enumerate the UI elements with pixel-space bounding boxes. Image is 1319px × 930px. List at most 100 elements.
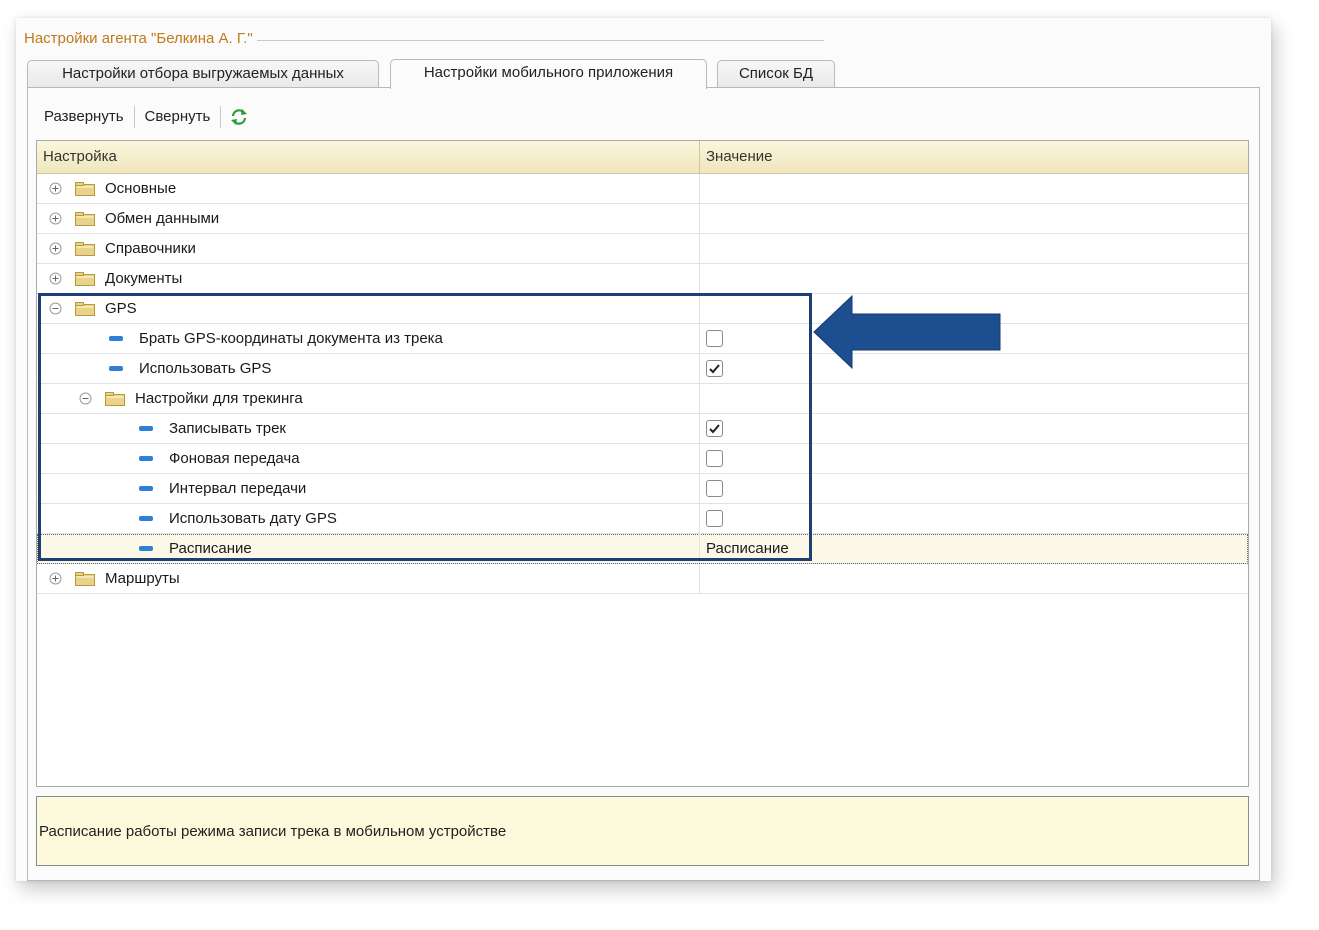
column-separator xyxy=(699,474,700,503)
collapse-node-icon[interactable] xyxy=(49,302,62,315)
setting-cell: Настройки для трекинга xyxy=(79,384,303,413)
setting-marker-icon xyxy=(139,516,153,521)
value-cell[interactable]: Расписание xyxy=(706,534,789,563)
tree-item-row[interactable]: Использовать GPS xyxy=(37,354,1248,384)
tab-label: Список БД xyxy=(738,65,814,82)
setting-cell: Справочники xyxy=(49,234,196,263)
setting-cell: Фоновая передача xyxy=(139,444,300,473)
folder-icon xyxy=(75,271,95,286)
settings-tree-grid: Настройка Значение Основные Обмен данными… xyxy=(36,140,1249,787)
value-checkbox[interactable] xyxy=(706,420,723,437)
expand-node-icon[interactable] xyxy=(49,212,62,225)
group-title-text: Настройки агента "Белкина А. Г." xyxy=(24,30,257,47)
folder-icon xyxy=(75,211,95,226)
group-title: Настройки агента "Белкина А. Г." xyxy=(24,30,824,50)
setting-cell: Брать GPS-координаты документа из трека xyxy=(109,324,443,353)
column-header-setting[interactable]: Настройка xyxy=(43,141,117,173)
tab-mobile-app[interactable]: Настройки мобильного приложения xyxy=(390,59,707,89)
setting-marker-icon xyxy=(109,336,123,341)
setting-marker-icon xyxy=(139,546,153,551)
column-separator xyxy=(699,294,700,323)
expand-node-icon[interactable] xyxy=(49,572,62,585)
setting-label: Документы xyxy=(105,270,183,287)
column-separator xyxy=(699,504,700,533)
setting-label: Основные xyxy=(105,180,177,197)
column-separator xyxy=(699,141,700,173)
grid-header: Настройка Значение xyxy=(37,141,1248,174)
value-cell[interactable] xyxy=(706,444,723,473)
setting-cell: Основные xyxy=(49,174,176,203)
value-checkbox[interactable] xyxy=(706,510,723,527)
value-cell[interactable] xyxy=(706,324,723,353)
tree-item-row[interactable]: Фоновая передача xyxy=(37,444,1248,474)
collapse-node-icon[interactable] xyxy=(79,392,92,405)
column-header-value[interactable]: Значение xyxy=(706,141,773,173)
setting-label: Брать GPS-координаты документа из трека xyxy=(139,330,443,347)
description-panel: Расписание работы режима записи трека в … xyxy=(36,796,1249,866)
expand-node-icon[interactable] xyxy=(49,242,62,255)
pointer-arrow-icon xyxy=(813,294,1001,370)
setting-label: Расписание xyxy=(169,540,252,557)
tree-group-row[interactable]: Обмен данными xyxy=(37,204,1248,234)
setting-label: GPS xyxy=(105,300,137,317)
column-separator xyxy=(699,534,700,563)
column-separator xyxy=(699,354,700,383)
tab-db-list[interactable]: Список БД xyxy=(717,60,835,87)
folder-icon xyxy=(75,181,95,196)
tree-group-row[interactable]: Маршруты xyxy=(37,564,1248,594)
column-separator xyxy=(699,174,700,203)
value-cell[interactable] xyxy=(706,474,723,503)
setting-cell: Расписание xyxy=(139,534,252,563)
setting-cell: GPS xyxy=(49,294,137,323)
value-cell[interactable] xyxy=(706,354,723,383)
setting-marker-icon xyxy=(109,366,123,371)
refresh-button[interactable] xyxy=(227,105,251,129)
expand-node-icon[interactable] xyxy=(49,272,62,285)
setting-cell: Использовать GPS xyxy=(109,354,271,383)
setting-cell: Использовать дату GPS xyxy=(139,504,337,533)
setting-marker-icon xyxy=(139,456,153,461)
folder-icon xyxy=(75,571,95,586)
column-separator xyxy=(699,564,700,593)
column-separator xyxy=(699,384,700,413)
setting-cell: Документы xyxy=(49,264,182,293)
tree-group-row[interactable]: Настройки для трекинга xyxy=(37,384,1248,414)
setting-label: Маршруты xyxy=(105,570,180,587)
folder-icon xyxy=(75,241,95,256)
refresh-icon xyxy=(231,109,248,125)
tree-group-row[interactable]: Справочники xyxy=(37,234,1248,264)
setting-label: Интервал передачи xyxy=(169,480,307,497)
setting-marker-icon xyxy=(139,426,153,431)
tab-label: Настройки отбора выгружаемых данных xyxy=(62,65,344,82)
value-checkbox[interactable] xyxy=(706,450,723,467)
folder-icon xyxy=(105,391,125,406)
expand-button[interactable]: Развернуть xyxy=(44,105,128,129)
value-checkbox[interactable] xyxy=(706,330,723,347)
tree-item-row[interactable]: Брать GPS-координаты документа из трека xyxy=(37,324,1248,354)
setting-label: Использовать GPS xyxy=(139,360,272,377)
tree-group-row[interactable]: Основные xyxy=(37,174,1248,204)
column-separator xyxy=(699,234,700,263)
setting-cell: Интервал передачи xyxy=(139,474,306,503)
collapse-button[interactable]: Свернуть xyxy=(141,105,215,129)
setting-label: Фоновая передача xyxy=(169,450,300,467)
tree-group-row[interactable]: GPS xyxy=(37,294,1248,324)
value-cell[interactable] xyxy=(706,504,723,533)
column-separator xyxy=(699,264,700,293)
setting-cell: Маршруты xyxy=(49,564,180,593)
tab-label: Настройки мобильного приложения xyxy=(423,64,674,81)
tree-item-row[interactable]: Использовать дату GPS xyxy=(37,504,1248,534)
expand-node-icon[interactable] xyxy=(49,182,62,195)
tab-export-filter[interactable]: Настройки отбора выгружаемых данных xyxy=(27,60,379,87)
value-checkbox[interactable] xyxy=(706,360,723,377)
tree-item-row[interactable]: Интервал передачи xyxy=(37,474,1248,504)
value-checkbox[interactable] xyxy=(706,480,723,497)
tree-item-row[interactable]: Расписание Расписание xyxy=(37,534,1248,564)
setting-label: Использовать дату GPS xyxy=(169,510,337,527)
tree-group-row[interactable]: Документы xyxy=(37,264,1248,294)
toolbar-separator xyxy=(220,106,222,128)
value-cell[interactable] xyxy=(706,414,723,443)
column-separator xyxy=(699,444,700,473)
tree-item-row[interactable]: Записывать трек xyxy=(37,414,1248,444)
column-separator xyxy=(699,414,700,443)
